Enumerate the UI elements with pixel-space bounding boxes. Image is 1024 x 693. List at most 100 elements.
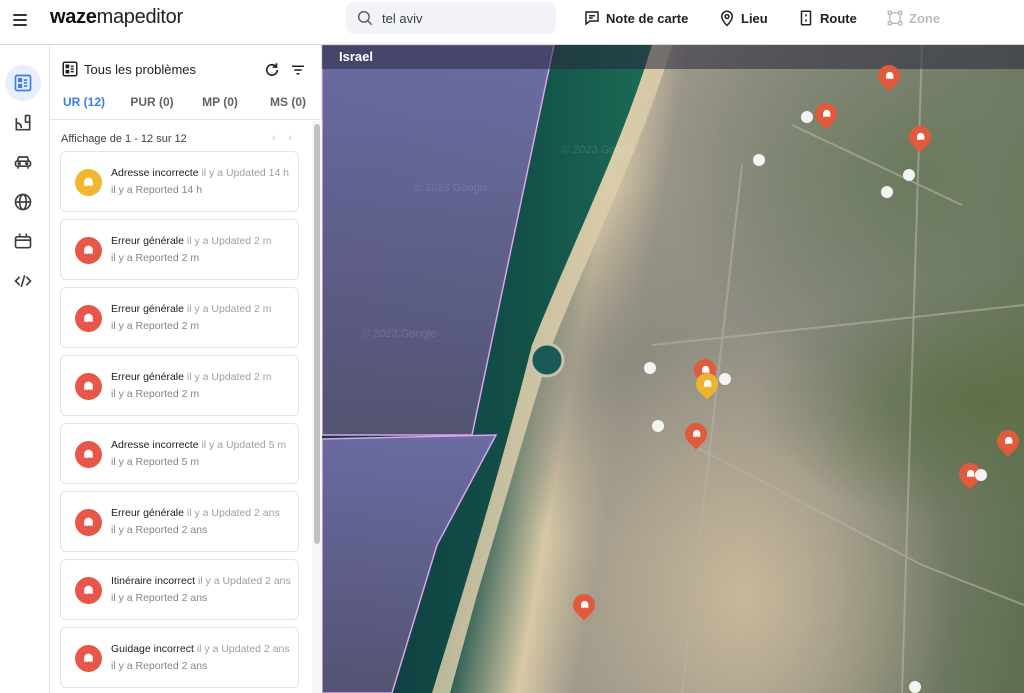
waze-ghost-icon bbox=[822, 109, 830, 118]
waze-ghost-icon bbox=[916, 132, 924, 141]
issue-reported: il y a Reported 2 ans bbox=[111, 592, 208, 604]
region-label-bar: Israel bbox=[322, 45, 1024, 69]
map-closed-issue-dot[interactable] bbox=[753, 154, 765, 166]
issue-card[interactable]: Erreur générale il y a Updated 2 m il y a… bbox=[60, 219, 299, 280]
issue-card[interactable]: Erreur générale il y a Updated 2 m il y a… bbox=[60, 287, 299, 348]
waze-ghost-icon bbox=[84, 177, 93, 187]
issue-status-badge bbox=[75, 441, 102, 468]
map-canvas[interactable]: Israel © 2023 Google © 2023 Google © 202… bbox=[322, 45, 1024, 693]
search-box[interactable] bbox=[346, 2, 556, 34]
map-closed-issue-dot[interactable] bbox=[644, 362, 656, 374]
map-closed-issue-dot[interactable] bbox=[801, 111, 813, 123]
next-page-button[interactable]: › bbox=[288, 132, 292, 144]
map-closed-issue-dot[interactable] bbox=[909, 681, 921, 693]
panel-header: Tous les problèmes bbox=[61, 60, 196, 78]
place-button[interactable]: Lieu bbox=[718, 8, 768, 28]
map-note-icon bbox=[585, 11, 599, 26]
issues-list-icon bbox=[62, 61, 78, 77]
road-label: Route bbox=[820, 10, 857, 26]
road-icon bbox=[800, 10, 812, 26]
waze-ghost-icon bbox=[84, 245, 93, 255]
tab-mp[interactable]: MP (0) bbox=[186, 88, 254, 119]
issue-updated: il y a Updated 2 m bbox=[186, 371, 272, 383]
panel-title: Tous les problèmes bbox=[84, 61, 196, 77]
issue-updated: il y a Updated 2 ans bbox=[196, 643, 290, 655]
zone-icon bbox=[887, 10, 903, 26]
issue-card[interactable]: Adresse incorrecte il y a Updated 5 m il … bbox=[60, 423, 299, 484]
waze-ghost-icon bbox=[966, 469, 974, 478]
issue-line1: Erreur générale il y a Updated 2 ans bbox=[111, 507, 291, 519]
issue-reported: il y a Reported 5 m bbox=[111, 456, 200, 468]
map-closed-issue-dot[interactable] bbox=[719, 373, 731, 385]
issue-tabs: UR (12) PUR (0) MP (0) MS (0) bbox=[50, 88, 322, 120]
rail-globe[interactable] bbox=[5, 184, 41, 220]
issue-card[interactable]: Itinéraire incorrect il y a Updated 2 an… bbox=[60, 559, 299, 620]
waze-ghost-icon bbox=[84, 517, 93, 527]
tab-ur[interactable]: UR (12) bbox=[50, 88, 118, 119]
tab-pur[interactable]: PUR (0) bbox=[118, 88, 186, 119]
region-label: Israel bbox=[339, 49, 373, 64]
issue-updated: il y a Updated 2 ans bbox=[197, 575, 291, 587]
waze-ghost-icon bbox=[703, 379, 711, 388]
code-icon bbox=[14, 274, 32, 288]
zone-button[interactable]: Zone bbox=[886, 8, 940, 28]
issue-title: Adresse incorrecte bbox=[111, 167, 199, 179]
issue-line1: Erreur générale il y a Updated 2 m bbox=[111, 235, 291, 247]
logo-bold: waze bbox=[50, 6, 97, 28]
issue-reported: il y a Reported 2 m bbox=[111, 388, 200, 400]
tab-ms[interactable]: MS (0) bbox=[254, 88, 322, 119]
waze-ghost-icon bbox=[1004, 436, 1012, 445]
issue-line1: Adresse incorrecte il y a Updated 14 h bbox=[111, 167, 291, 179]
rail-map-layers[interactable] bbox=[5, 105, 41, 141]
refresh-button[interactable] bbox=[262, 60, 282, 80]
map-closed-issue-dot[interactable] bbox=[881, 186, 893, 198]
search-icon bbox=[357, 10, 373, 26]
car-icon bbox=[14, 156, 32, 169]
list-count: Affichage de 1 - 12 sur 12 bbox=[61, 133, 187, 145]
waze-ghost-icon bbox=[84, 313, 93, 323]
map-closed-issue-dot[interactable] bbox=[903, 169, 915, 181]
map-watermark: © 2023 Google bbox=[362, 328, 437, 340]
waze-ghost-icon bbox=[885, 71, 893, 80]
left-rail bbox=[0, 45, 50, 693]
map-note-button[interactable]: Note de carte bbox=[583, 8, 688, 28]
scrollbar-thumb[interactable] bbox=[314, 124, 320, 544]
prev-page-button[interactable]: ‹ bbox=[272, 132, 276, 144]
panel-scrollbar[interactable] bbox=[312, 121, 322, 693]
issue-status-badge bbox=[75, 169, 102, 196]
issue-updated: il y a Updated 5 m bbox=[201, 439, 287, 451]
issue-status-badge bbox=[75, 305, 102, 332]
rail-code[interactable] bbox=[5, 263, 41, 299]
menu-icon[interactable] bbox=[10, 11, 30, 31]
issue-updated: il y a Updated 14 h bbox=[201, 167, 290, 179]
map-watermark: © 2023 Google bbox=[414, 182, 489, 194]
map-layers-icon bbox=[15, 114, 31, 131]
refresh-icon bbox=[265, 63, 279, 76]
issue-status-badge bbox=[75, 509, 102, 536]
issues-panel: Tous les problèmes UR (12) PUR (0) MP (0… bbox=[50, 45, 322, 693]
map-note-label: Note de carte bbox=[606, 10, 689, 26]
rail-calendar[interactable] bbox=[5, 223, 41, 259]
issue-status-badge bbox=[75, 373, 102, 400]
issue-card[interactable]: Guidage incorrect il y a Updated 2 ans il… bbox=[60, 627, 299, 688]
search-input[interactable] bbox=[382, 10, 542, 26]
issue-line1: Adresse incorrecte il y a Updated 5 m bbox=[111, 439, 291, 451]
rail-issues[interactable] bbox=[5, 65, 41, 101]
issue-status-badge bbox=[75, 645, 102, 672]
map-closed-issue-dot[interactable] bbox=[652, 420, 664, 432]
issue-updated: il y a Updated 2 m bbox=[186, 303, 272, 315]
top-bar: wazemapeditor Note de carte Lieu Route Z… bbox=[0, 0, 1024, 45]
road-button[interactable]: Route bbox=[797, 8, 857, 28]
rail-car[interactable] bbox=[5, 144, 41, 180]
issue-card[interactable]: Erreur générale il y a Updated 2 ans il y… bbox=[60, 491, 299, 552]
map-closed-issue-dot[interactable] bbox=[975, 469, 987, 481]
issue-card[interactable]: Adresse incorrecte il y a Updated 14 h il… bbox=[60, 151, 299, 212]
issue-reported: il y a Reported 2 ans bbox=[111, 524, 208, 536]
globe-icon bbox=[14, 193, 32, 211]
waze-ghost-icon bbox=[84, 449, 93, 459]
issue-card[interactable]: Erreur générale il y a Updated 2 m il y a… bbox=[60, 355, 299, 416]
waze-ghost-icon bbox=[84, 381, 93, 391]
filter-button[interactable] bbox=[288, 60, 308, 80]
issue-line1: Erreur générale il y a Updated 2 m bbox=[111, 303, 291, 315]
issues-list-icon bbox=[14, 74, 32, 92]
